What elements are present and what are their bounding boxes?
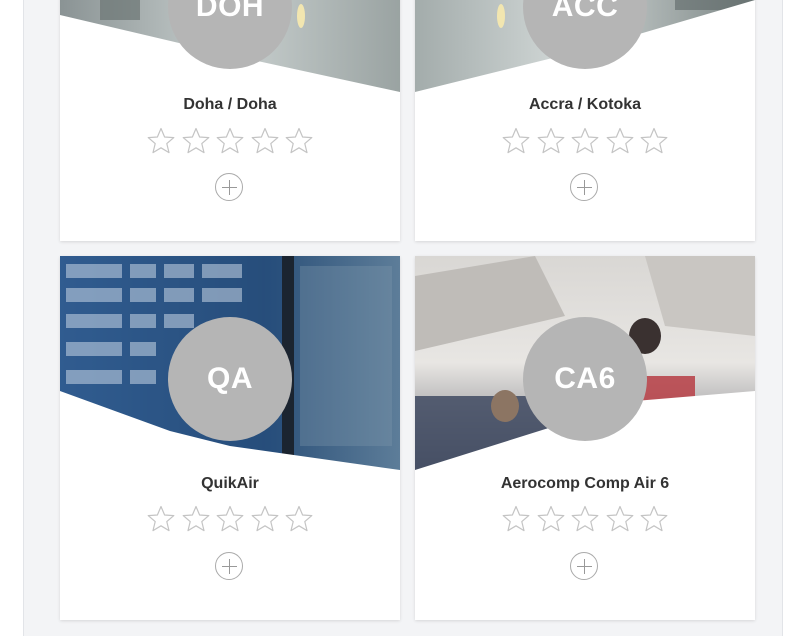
add-button[interactable] — [215, 552, 243, 580]
star-outline-icon[interactable] — [146, 504, 176, 534]
code-badge: QA — [168, 317, 292, 441]
star-outline-icon[interactable] — [639, 126, 669, 156]
card-title: Aerocomp Comp Air 6 — [500, 475, 670, 492]
star-outline-icon[interactable] — [284, 126, 314, 156]
star-outline-icon[interactable] — [536, 126, 566, 156]
star-outline-icon[interactable] — [570, 504, 600, 534]
star-outline-icon[interactable] — [181, 126, 211, 156]
star-outline-icon[interactable] — [639, 504, 669, 534]
add-button[interactable] — [215, 173, 243, 201]
rating-stars[interactable] — [146, 504, 314, 534]
add-button[interactable] — [570, 552, 598, 580]
card-title: QuikAir — [201, 475, 259, 492]
star-outline-icon[interactable] — [146, 126, 176, 156]
airport-card-acc[interactable]: ACC Accra / Kotoka — [415, 0, 755, 241]
star-outline-icon[interactable] — [284, 504, 314, 534]
star-outline-icon[interactable] — [215, 126, 245, 156]
star-outline-icon[interactable] — [250, 504, 280, 534]
rating-stars[interactable] — [501, 504, 669, 534]
airline-card-qa[interactable]: QA QuikAir — [60, 256, 400, 620]
star-outline-icon[interactable] — [605, 504, 635, 534]
star-outline-icon[interactable] — [570, 126, 600, 156]
airline-card-ca6[interactable]: CA6 Aerocomp Comp Air 6 — [415, 256, 755, 620]
content-panel: DOH Doha / Doha ACC Accra / Kotoka QA Qu… — [23, 0, 783, 636]
card-title: Accra / Kotoka — [528, 96, 642, 113]
star-outline-icon[interactable] — [501, 504, 531, 534]
rating-stars[interactable] — [146, 126, 314, 156]
star-outline-icon[interactable] — [605, 126, 635, 156]
airport-card-doh[interactable]: DOH Doha / Doha — [60, 0, 400, 241]
star-outline-icon[interactable] — [215, 504, 245, 534]
code-badge: CA6 — [523, 317, 647, 441]
add-button[interactable] — [570, 173, 598, 201]
star-outline-icon[interactable] — [181, 504, 211, 534]
card-title: Doha / Doha — [183, 96, 277, 113]
rating-stars[interactable] — [501, 126, 669, 156]
star-outline-icon[interactable] — [501, 126, 531, 156]
star-outline-icon[interactable] — [250, 126, 280, 156]
star-outline-icon[interactable] — [536, 504, 566, 534]
